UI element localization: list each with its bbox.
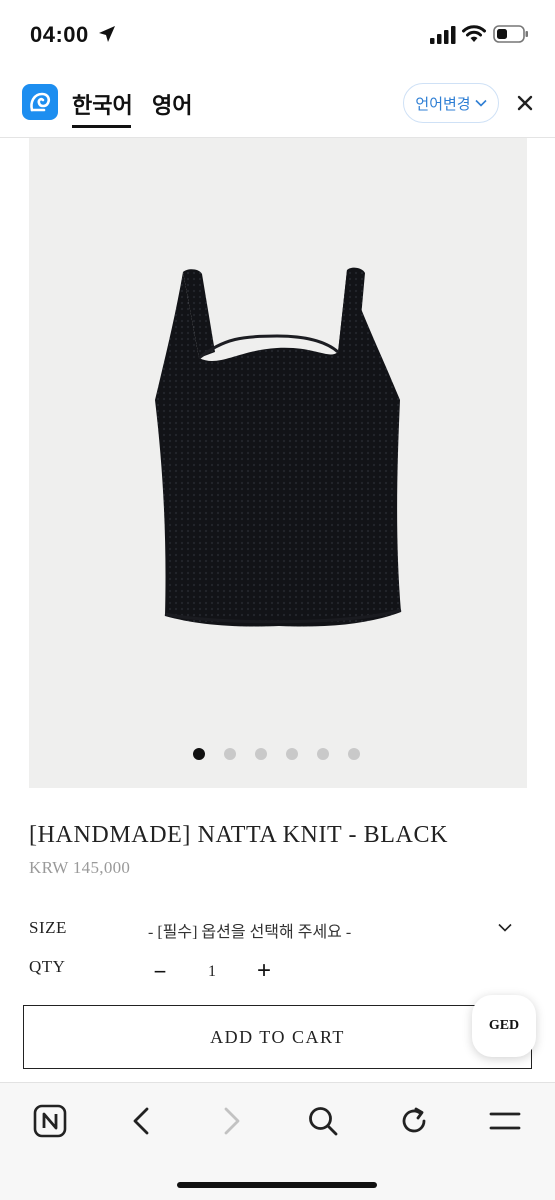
gallery-dot[interactable]	[348, 748, 360, 760]
size-select[interactable]: - [필수] 옵션을 선택해 주세요 -	[148, 916, 518, 944]
gallery-pagination	[193, 748, 360, 762]
qty-increment-button[interactable]: +	[253, 959, 275, 983]
wifi-icon	[462, 25, 486, 42]
forward-arrow-icon[interactable]	[212, 1101, 252, 1141]
ged-floating-button[interactable]: GED	[472, 995, 536, 1057]
status-time: 04:00	[30, 22, 89, 47]
qty-value[interactable]: 1	[203, 963, 221, 981]
naver-home-icon[interactable]	[30, 1101, 70, 1141]
tab-english[interactable]: 영어	[152, 88, 192, 120]
cellular-signal-icon	[430, 26, 456, 44]
size-label: SIZE	[29, 918, 67, 937]
menu-icon[interactable]	[485, 1101, 525, 1141]
product-title: [HANDMADE] NATTA KNIT - BLACK	[29, 822, 449, 848]
status-bar: 04:00	[0, 0, 555, 70]
gallery-dot[interactable]	[224, 748, 236, 760]
papago-logo-icon[interactable]	[22, 84, 58, 120]
gallery-dot[interactable]	[255, 748, 267, 760]
gallery-dot[interactable]	[317, 748, 329, 760]
translate-bar: 한국어 영어 언어변경	[0, 70, 555, 138]
qty-decrement-button[interactable]: −	[151, 961, 169, 983]
change-language-label: 언어변경	[415, 95, 471, 113]
home-indicator	[177, 1182, 377, 1188]
location-arrow-icon	[99, 26, 115, 42]
change-language-button[interactable]: 언어변경	[403, 83, 499, 123]
product-image[interactable]	[29, 138, 527, 788]
product-price: KRW 145,000	[29, 858, 131, 877]
battery-icon	[493, 25, 528, 43]
back-arrow-icon[interactable]	[121, 1101, 161, 1141]
gallery-dot[interactable]	[193, 748, 205, 760]
tab-korean[interactable]: 한국어	[72, 88, 133, 120]
knit-tank-top-image	[155, 267, 402, 627]
add-to-cart-button[interactable]: ADD TO CART	[23, 1005, 532, 1069]
active-tab-indicator	[72, 125, 131, 128]
qty-label: QTY	[29, 957, 66, 976]
refresh-icon[interactable]	[394, 1101, 434, 1141]
size-select-value: - [필수] 옵션을 선택해 주세요 -	[148, 924, 352, 941]
chevron-down-icon	[498, 923, 512, 932]
gallery-dot[interactable]	[286, 748, 298, 760]
chevron-down-icon	[475, 99, 487, 107]
close-icon[interactable]	[512, 90, 538, 116]
search-icon[interactable]	[303, 1101, 343, 1141]
